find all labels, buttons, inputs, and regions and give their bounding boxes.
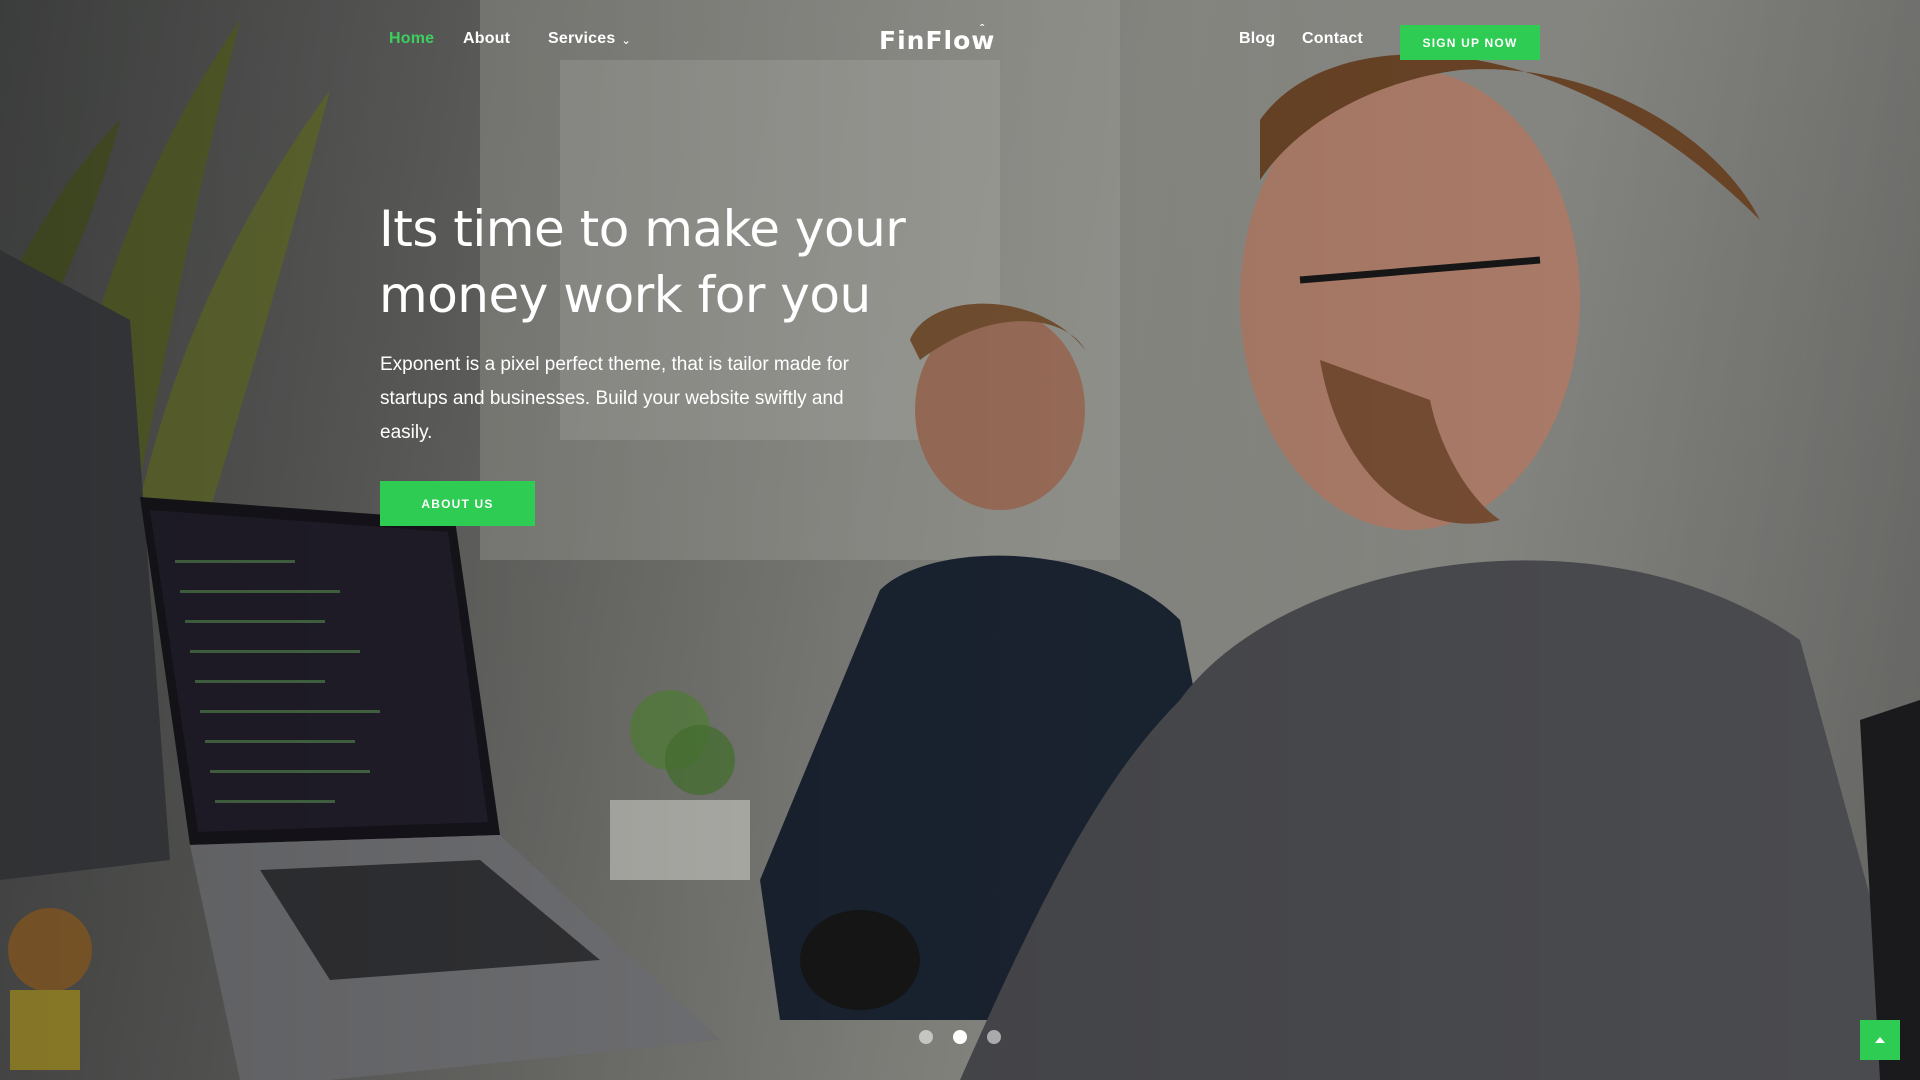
sign-up-button[interactable]: SIGN UP NOW bbox=[1400, 25, 1540, 60]
hero-overlay bbox=[0, 0, 1920, 1080]
hero-subtext: Exponent is a pixel perfect theme, that … bbox=[380, 354, 849, 443]
main-navigation: Home About Services ⌄ FinFlow ˆ Blog Con… bbox=[0, 0, 1920, 84]
nav-item-blog[interactable]: Blog bbox=[1239, 30, 1275, 48]
slider-dot-3[interactable] bbox=[987, 1030, 1001, 1044]
hero-headline-line-2: money work for you bbox=[379, 266, 871, 324]
about-us-button[interactable]: ABOUT US bbox=[380, 481, 535, 526]
chevron-down-icon: ⌄ bbox=[621, 34, 631, 47]
hero-headline: Its time to make your money work for you bbox=[379, 196, 939, 328]
slider-dot-1[interactable] bbox=[919, 1030, 933, 1044]
back-to-top-button[interactable] bbox=[1860, 1020, 1900, 1060]
logo-caret-icon: ˆ bbox=[980, 22, 984, 36]
arrow-up-icon bbox=[1875, 1037, 1885, 1043]
nav-item-contact[interactable]: Contact bbox=[1302, 30, 1363, 48]
nav-item-home[interactable]: Home bbox=[389, 30, 434, 48]
hero-background bbox=[0, 0, 1920, 1080]
slider-dots bbox=[919, 1030, 1001, 1044]
nav-item-services[interactable]: Services ⌄ bbox=[548, 30, 631, 48]
nav-item-about[interactable]: About bbox=[463, 30, 510, 48]
hero-headline-line-1: Its time to make your bbox=[379, 200, 906, 258]
site-logo[interactable]: FinFlow bbox=[879, 26, 995, 55]
nav-item-services-label: Services bbox=[548, 30, 616, 47]
slider-dot-2[interactable] bbox=[953, 1030, 967, 1044]
